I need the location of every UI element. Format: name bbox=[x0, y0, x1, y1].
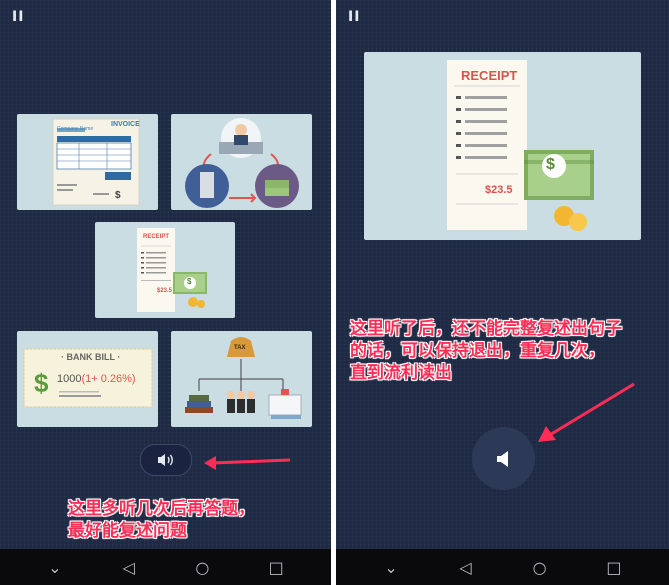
bank-cycle-illustration bbox=[185, 118, 299, 208]
annotation-left: 这里多听几次后再答题， 最好能复述问题 bbox=[68, 498, 255, 542]
invoice-price: $ bbox=[115, 190, 121, 201]
play-audio-button[interactable] bbox=[472, 427, 535, 490]
receipt-card-large: RECEIPT $23.5 $ bbox=[364, 52, 641, 240]
speaker-icon bbox=[496, 450, 508, 467]
arrow-icon bbox=[204, 456, 291, 470]
speaker-icon bbox=[158, 454, 173, 466]
pause-button[interactable]: II bbox=[12, 9, 24, 25]
option-card-invoice[interactable]: INVOICE Company Name $ bbox=[17, 114, 158, 210]
annotation-left-line-2: 最好能复述问题 bbox=[68, 521, 187, 541]
home-icon[interactable]: ○ bbox=[190, 555, 214, 579]
replay-audio-button[interactable] bbox=[140, 444, 192, 476]
annotation-right-line-1: 这里听了后，还不能完整复述出句子 bbox=[350, 319, 622, 339]
bank-bill-symbol: $ bbox=[34, 368, 49, 398]
chevron-down-icon[interactable]: ⌄ bbox=[43, 555, 67, 579]
arrow-icon bbox=[538, 382, 635, 442]
annotation-left-line-1: 这里多听几次后再答题， bbox=[68, 499, 255, 519]
option-card-tax[interactable]: TAX bbox=[171, 331, 312, 427]
invoice-company: Company Name bbox=[57, 126, 94, 132]
option-card-receipt[interactable]: RECEIPT $23.5 $ bbox=[95, 222, 235, 318]
right-screen: II RECEIPT $23.5 $ 这里听了后，还不能完整复述出句子 的话，可 bbox=[336, 0, 669, 585]
receipt-bill-symbol-large: $ bbox=[546, 156, 555, 173]
home-icon[interactable]: ○ bbox=[528, 555, 552, 579]
bank-bill-amount: 1000 bbox=[57, 373, 82, 385]
system-nav-bar: ⌄ ◁ ○ □ bbox=[336, 549, 669, 585]
receipt-header-large: RECEIPT bbox=[461, 68, 518, 83]
system-nav-bar: ⌄ ◁ ○ □ bbox=[0, 549, 331, 585]
bank-bill-header: · BANK BILL · bbox=[61, 352, 121, 362]
annotation-right: 这里听了后，还不能完整复述出句子 的话，可以保持退出，重复几次， 直到流利读出 bbox=[350, 318, 622, 384]
annotation-right-line-2: 的话，可以保持退出，重复几次， bbox=[350, 341, 605, 361]
back-icon[interactable]: ◁ bbox=[117, 555, 141, 579]
tax-label: TAX bbox=[234, 345, 246, 351]
option-card-bank-bill[interactable]: · BANK BILL · $ 1000(1+ 0.26%) bbox=[17, 331, 158, 427]
recents-icon[interactable]: □ bbox=[602, 555, 626, 579]
chevron-down-icon[interactable]: ⌄ bbox=[379, 555, 403, 579]
left-screen: II INVOICE Company Name $ RECEIPT $23.5 … bbox=[0, 0, 331, 585]
receipt-amount-small: $23.5 bbox=[157, 288, 173, 294]
bank-bill-amount-row: 1000(1+ 0.26%) bbox=[57, 373, 136, 385]
invoice-header: INVOICE bbox=[111, 121, 140, 128]
receipt-header-small: RECEIPT bbox=[143, 234, 170, 240]
recents-icon[interactable]: □ bbox=[264, 555, 288, 579]
bank-bill-rate: (1+ 0.26%) bbox=[81, 373, 136, 385]
receipt-bill-symbol-small: $ bbox=[187, 277, 192, 286]
option-card-bank[interactable] bbox=[171, 114, 312, 210]
back-icon[interactable]: ◁ bbox=[453, 555, 477, 579]
receipt-amount-large: $23.5 bbox=[485, 184, 513, 196]
pause-button[interactable]: II bbox=[348, 9, 360, 25]
